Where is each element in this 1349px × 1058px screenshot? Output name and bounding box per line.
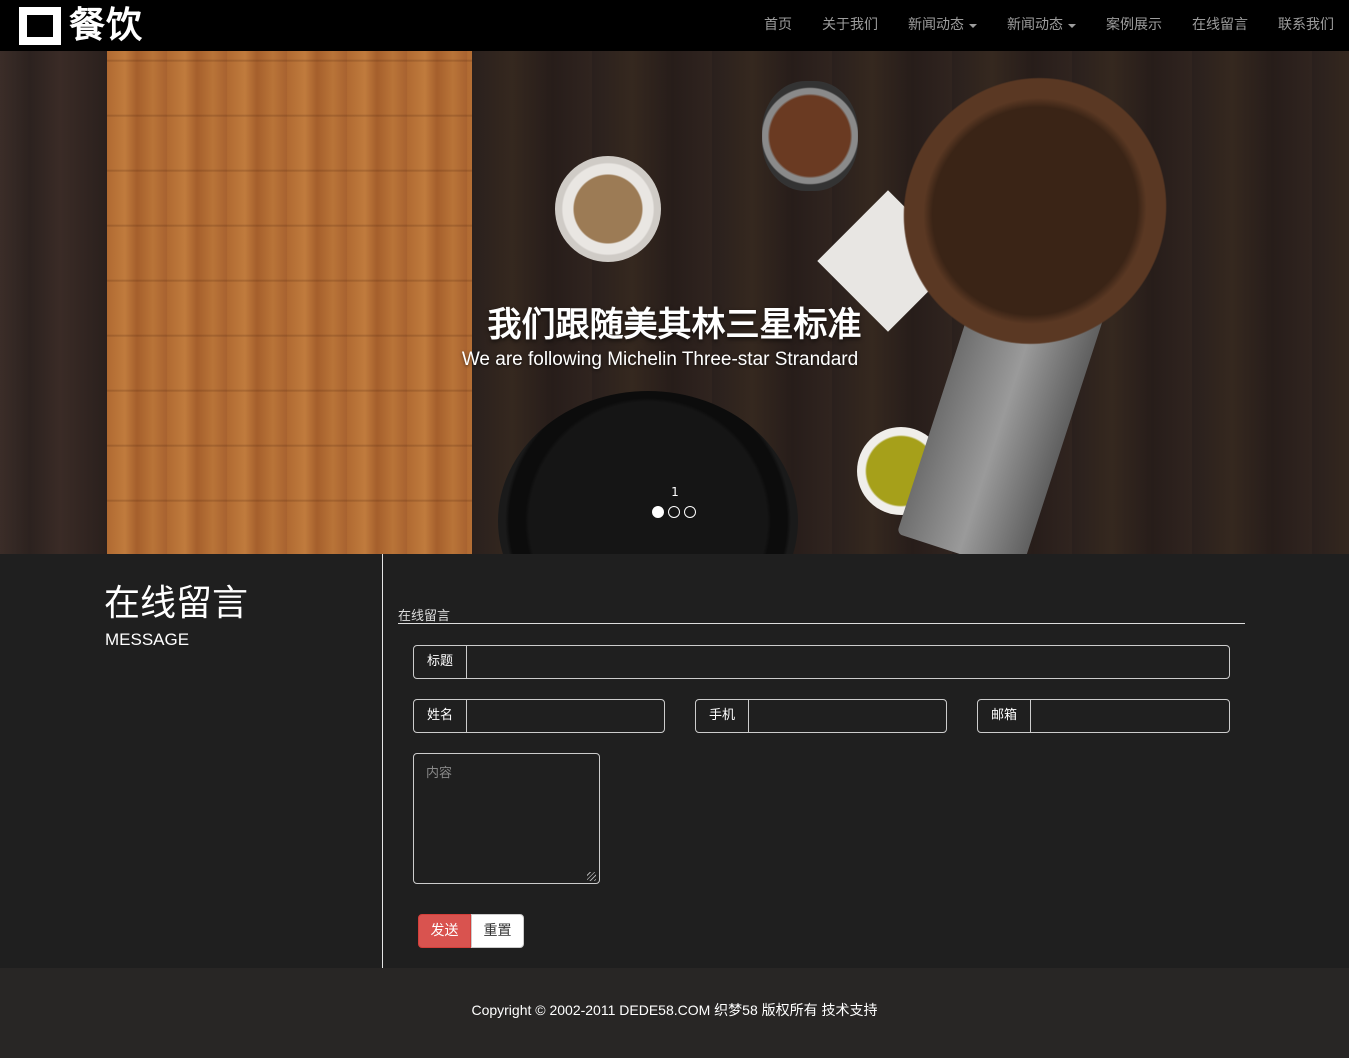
nav-item-contact[interactable]: 联系我们 <box>1263 0 1349 51</box>
form-section-heading: 在线留言 <box>398 609 451 624</box>
phone-label: 手机 <box>696 700 749 732</box>
nav-label: 案例展示 <box>1106 17 1162 33</box>
nav-label: 新闻动态 <box>1007 17 1063 33</box>
title-field: 标题 <box>413 645 1230 679</box>
email-input[interactable] <box>1031 700 1229 732</box>
nav-label: 新闻动态 <box>908 17 964 33</box>
nav-item-news-2[interactable]: 新闻动态 <box>992 0 1091 51</box>
nav-item-message[interactable]: 在线留言 <box>1177 0 1263 51</box>
caret-down-icon <box>969 23 977 28</box>
hero-subtitle: We are following Michelin Three-star Str… <box>461 349 859 370</box>
phone-field: 手机 <box>695 699 947 733</box>
main-nav: 首页 关于我们 新闻动态 新闻动态 案例展示 在线留言 联系我们 <box>749 0 1349 51</box>
phone-input[interactable] <box>749 700 946 732</box>
spice-bowl-image <box>555 156 661 262</box>
email-field: 邮箱 <box>977 699 1230 733</box>
reset-button[interactable]: 重置 <box>471 914 524 948</box>
nav-label: 联系我们 <box>1278 17 1334 33</box>
hero-carousel[interactable]: 我们跟随美其林三星标准 We are following Michelin Th… <box>0 51 1349 554</box>
name-input[interactable] <box>467 700 664 732</box>
sidebar-title: 在线留言 <box>104 583 249 624</box>
vertical-divider <box>382 554 383 968</box>
email-label: 邮箱 <box>978 700 1031 732</box>
carousel-indicators <box>652 506 696 518</box>
logo-text: 餐饮 <box>69 5 144 46</box>
nav-label: 关于我们 <box>822 17 878 33</box>
name-label: 姓名 <box>414 700 467 732</box>
hero-title: 我们跟随美其林三星标准 <box>487 305 862 345</box>
caret-down-icon <box>1068 23 1076 28</box>
content-textarea[interactable] <box>413 753 600 884</box>
nav-item-cases[interactable]: 案例展示 <box>1091 0 1177 51</box>
sidebar-subtitle: MESSAGE <box>105 630 190 649</box>
title-label: 标题 <box>414 646 467 678</box>
carousel-dot[interactable] <box>668 506 680 518</box>
logo-square-icon <box>19 7 61 45</box>
name-field: 姓名 <box>413 699 665 733</box>
carousel-dot[interactable] <box>652 506 664 518</box>
copyright-text: Copyright © 2002-2011 DEDE58.COM 织梦58 版权… <box>471 1002 878 1018</box>
send-button[interactable]: 发送 <box>418 914 471 948</box>
carousel-dot[interactable] <box>684 506 696 518</box>
title-input[interactable] <box>467 646 1229 678</box>
nav-item-about[interactable]: 关于我们 <box>807 0 893 51</box>
slide-number: 1 <box>671 485 679 499</box>
peppercorn-jar-image <box>762 81 858 191</box>
resize-grip-icon[interactable] <box>587 872 596 881</box>
section-divider <box>398 623 1245 624</box>
nav-item-home[interactable]: 首页 <box>749 0 807 51</box>
main-content: 在线留言 MESSAGE 在线留言 标题 姓名 手机 邮箱 发送 重置 <box>0 554 1349 968</box>
nav-label: 首页 <box>764 17 792 33</box>
navbar: 餐饮 首页 关于我们 新闻动态 新闻动态 案例展示 在线留言 联系我们 <box>0 0 1349 51</box>
nav-label: 在线留言 <box>1192 17 1248 33</box>
site-logo[interactable]: 餐饮 <box>19 5 143 47</box>
footer: Copyright © 2002-2011 DEDE58.COM 织梦58 版权… <box>0 968 1349 1058</box>
nav-item-news-1[interactable]: 新闻动态 <box>893 0 992 51</box>
